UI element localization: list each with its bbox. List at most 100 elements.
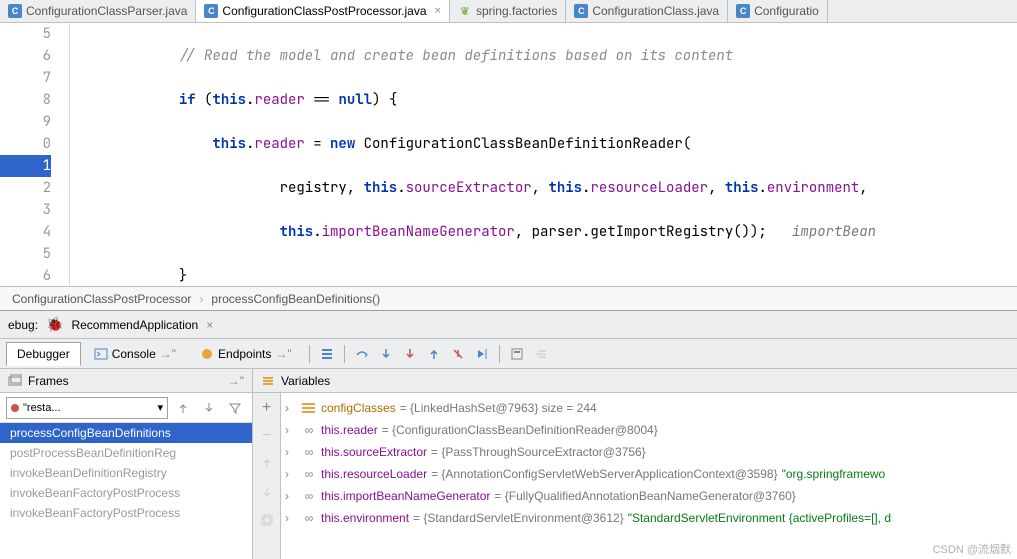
tab-2[interactable]: ❦ spring.factories xyxy=(450,0,566,22)
expand-icon[interactable]: › xyxy=(285,419,297,441)
line-gutter: 5 6 7 8 9 0 1 2 3 4 5 6 xyxy=(0,23,70,286)
line-num: 8 xyxy=(0,89,51,111)
duplicate-button[interactable] xyxy=(256,509,278,531)
tab-0[interactable]: C ConfigurationClassParser.java xyxy=(0,0,196,22)
frame-item[interactable]: invokeBeanFactoryPostProcess xyxy=(0,503,252,523)
evaluate-button[interactable] xyxy=(506,343,528,365)
variable-row[interactable]: ›configClasses = {LinkedHashSet@7963} si… xyxy=(285,397,1013,419)
object-icon: ∞ xyxy=(301,467,317,481)
object-icon: ∞ xyxy=(301,511,317,525)
step-into-button[interactable] xyxy=(375,343,397,365)
debug-label: ebug: xyxy=(8,318,38,332)
step-over-button[interactable] xyxy=(351,343,373,365)
java-class-icon: C xyxy=(574,4,588,18)
variable-row[interactable]: ›∞this.environment = {StandardServletEnv… xyxy=(285,507,1013,529)
move-down-button[interactable] xyxy=(256,481,278,503)
frame-item[interactable]: invokeBeanFactoryPostProcess xyxy=(0,483,252,503)
expand-icon[interactable]: › xyxy=(285,463,297,485)
debugger-tabs: Debugger Console→" Endpoints→" xyxy=(0,338,1017,368)
breadcrumb[interactable]: ConfigurationClassPostProcessor › proces… xyxy=(0,286,1017,310)
vars-gutter: + − xyxy=(253,393,281,559)
collection-icon xyxy=(301,401,317,415)
object-icon: ∞ xyxy=(301,423,317,437)
debug-titlebar: ebug: 🐞 RecommendApplication × xyxy=(0,310,1017,338)
console-icon xyxy=(94,347,108,361)
object-icon: ∞ xyxy=(301,489,317,503)
line-num: 6 xyxy=(0,265,51,286)
force-step-into-button[interactable] xyxy=(399,343,421,365)
tab-label: spring.factories xyxy=(476,4,557,18)
step-out-button[interactable] xyxy=(423,343,445,365)
frames-toolbar: "resta...▾ xyxy=(0,393,252,423)
tab-label: ConfigurationClass.java xyxy=(592,4,719,18)
watermark: CSDN @流烟默 xyxy=(933,541,1011,557)
next-frame-button[interactable] xyxy=(198,397,220,419)
expand-icon[interactable]: › xyxy=(285,397,297,419)
add-watch-button[interactable]: + xyxy=(256,397,278,419)
line-num: 5 xyxy=(0,23,51,45)
frame-item[interactable]: invokeBeanDefinitionRegistry xyxy=(0,463,252,483)
line-num: 1 xyxy=(0,155,51,177)
breadcrumb-class[interactable]: ConfigurationClassPostProcessor xyxy=(12,292,191,306)
tab-debugger[interactable]: Debugger xyxy=(6,342,81,366)
variable-row[interactable]: ›∞this.resourceLoader = {AnnotationConfi… xyxy=(285,463,1013,485)
move-up-button[interactable] xyxy=(256,453,278,475)
code-area[interactable]: // Read the model and create bean defini… xyxy=(70,23,1017,286)
prev-frame-button[interactable] xyxy=(172,397,194,419)
filter-button[interactable] xyxy=(224,397,246,419)
variables-pane: Variables + − ›configClasses = {LinkedHa… xyxy=(253,369,1017,559)
java-class-icon: C xyxy=(736,4,750,18)
java-class-icon: C xyxy=(204,4,218,18)
run-config-name[interactable]: RecommendApplication xyxy=(71,318,198,332)
leaf-icon: ❦ xyxy=(458,4,472,18)
frames-icon xyxy=(8,374,22,388)
thread-selector[interactable]: "resta...▾ xyxy=(6,397,168,419)
bug-icon: 🐞 xyxy=(46,316,63,333)
tab-endpoints[interactable]: Endpoints→" xyxy=(189,342,303,366)
code-editor[interactable]: 5 6 7 8 9 0 1 2 3 4 5 6 // Read the mode… xyxy=(0,23,1017,286)
variable-row[interactable]: ›∞this.sourceExtractor = {PassThroughSou… xyxy=(285,441,1013,463)
expand-icon[interactable]: › xyxy=(285,507,297,529)
tab-1[interactable]: C ConfigurationClassPostProcessor.java × xyxy=(196,0,450,22)
breakpoint-dot-icon xyxy=(11,404,19,412)
frames-title: Frames →" xyxy=(0,369,252,393)
comment: // Read the model and create bean defini… xyxy=(179,47,733,65)
threads-button[interactable] xyxy=(316,343,338,365)
line-num: 5 xyxy=(0,243,51,265)
chevron-right-icon: › xyxy=(199,292,203,306)
tab-label: ConfigurationClassPostProcessor.java xyxy=(222,4,426,18)
line-num: 2 xyxy=(0,177,51,199)
remove-watch-button[interactable]: − xyxy=(256,425,278,447)
trace-button[interactable] xyxy=(530,343,552,365)
expand-icon[interactable]: › xyxy=(285,485,297,507)
variables-icon xyxy=(261,374,275,388)
frames-list[interactable]: processConfigBeanDefinitions postProcess… xyxy=(0,423,252,559)
line-num: 6 xyxy=(0,45,51,67)
tab-3[interactable]: C ConfigurationClass.java xyxy=(566,0,728,22)
object-icon: ∞ xyxy=(301,445,317,459)
tab-4[interactable]: C Configuratio xyxy=(728,0,828,22)
drop-frame-button[interactable] xyxy=(447,343,469,365)
frame-item[interactable]: processConfigBeanDefinitions xyxy=(0,423,252,443)
frames-pane: Frames →" "resta...▾ processConfigBeanDe… xyxy=(0,369,253,559)
run-to-cursor-button[interactable] xyxy=(471,343,493,365)
close-icon[interactable]: × xyxy=(435,5,441,17)
variable-row[interactable]: ›∞this.importBeanNameGenerator = {FullyQ… xyxy=(285,485,1013,507)
tab-label: Configuratio xyxy=(754,4,819,18)
variable-row[interactable]: ›∞this.reader = {ConfigurationClassBeanD… xyxy=(285,419,1013,441)
line-num: 4 xyxy=(0,221,51,243)
expand-icon[interactable]: › xyxy=(285,441,297,463)
line-num: 9 xyxy=(0,111,51,133)
line-num: 0 xyxy=(0,133,51,155)
tab-console[interactable]: Console→" xyxy=(83,342,187,366)
frame-item[interactable]: postProcessBeanDefinitionReg xyxy=(0,443,252,463)
debug-panes: Frames →" "resta...▾ processConfigBeanDe… xyxy=(0,368,1017,559)
close-icon[interactable]: × xyxy=(206,318,213,332)
endpoint-icon xyxy=(200,347,214,361)
tab-label: ConfigurationClassParser.java xyxy=(26,4,187,18)
variables-list[interactable]: ›configClasses = {LinkedHashSet@7963} si… xyxy=(281,393,1017,559)
breadcrumb-method[interactable]: processConfigBeanDefinitions() xyxy=(211,292,380,306)
java-class-icon: C xyxy=(8,4,22,18)
chevron-down-icon: ▾ xyxy=(157,401,163,414)
editor-tabs: C ConfigurationClassParser.java C Configur… xyxy=(0,0,1017,23)
